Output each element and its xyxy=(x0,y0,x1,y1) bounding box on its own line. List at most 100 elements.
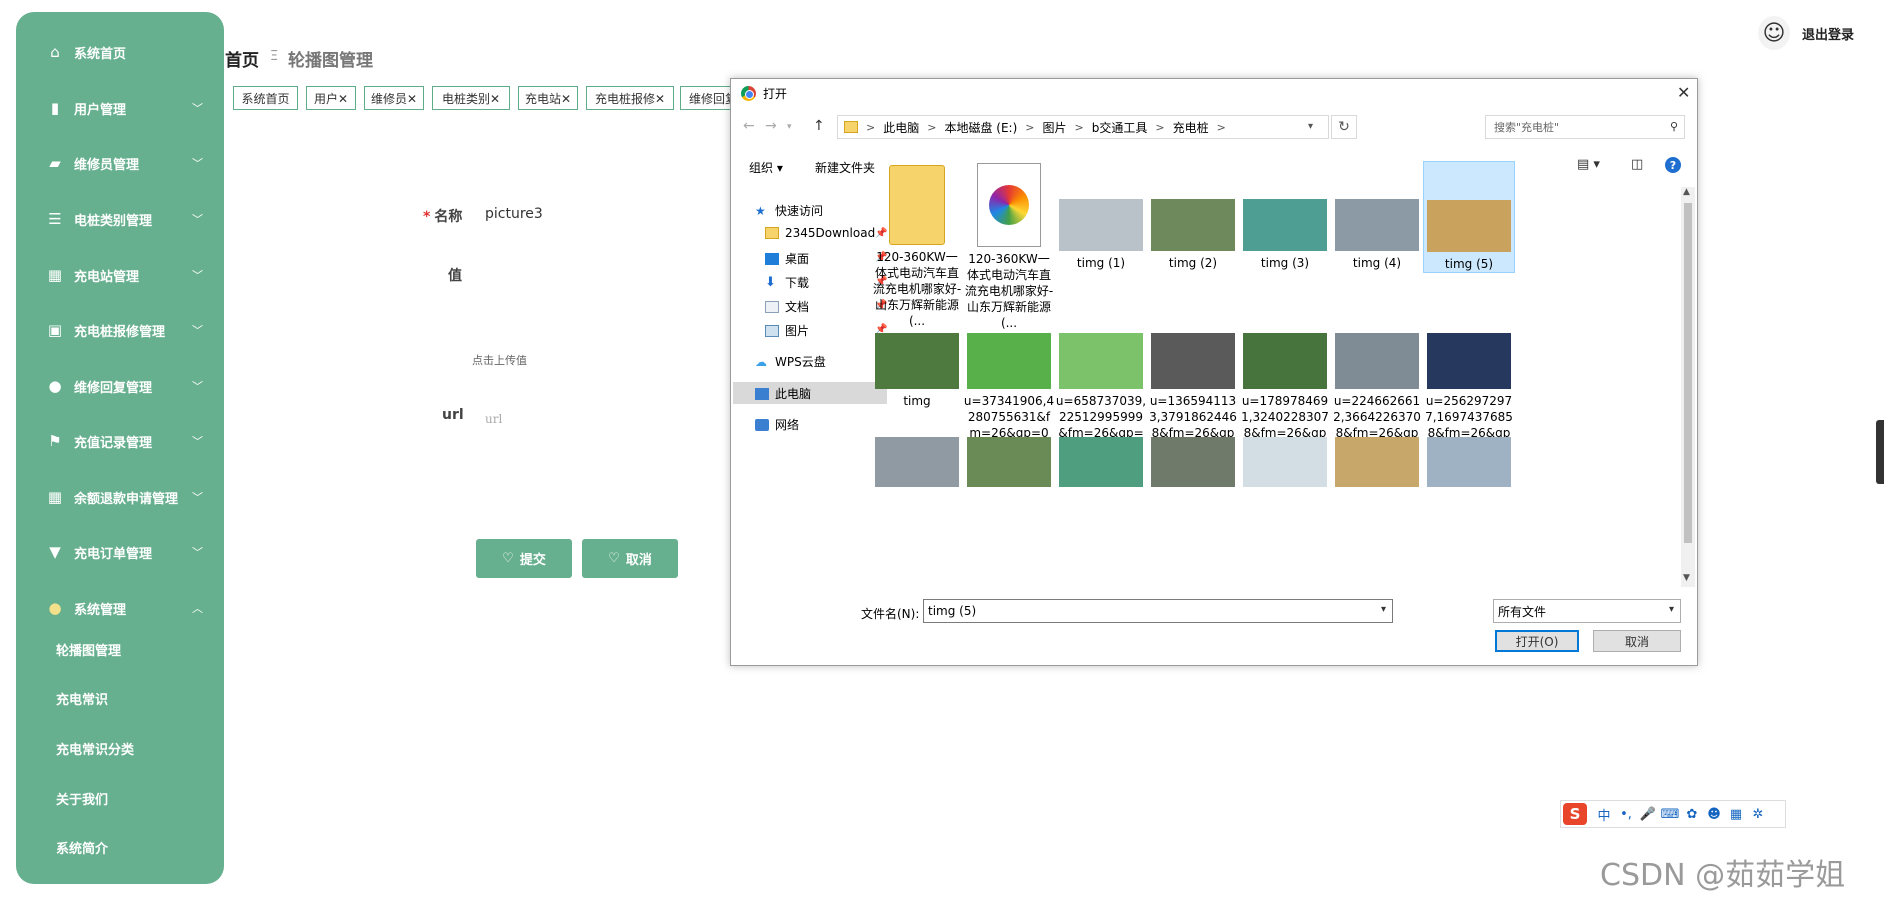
close-icon[interactable]: ✕ xyxy=(1677,83,1690,102)
tree-downloads[interactable]: ⬇ 下载 xyxy=(765,274,809,291)
file-item[interactable]: timg (2) xyxy=(1147,161,1239,271)
address-bar[interactable]: > 此电脑 > 本地磁盘 (E:) > 图片 > b交通工具 > 充电桩 > ▾ xyxy=(837,115,1329,139)
path-segment[interactable]: 此电脑 xyxy=(883,119,919,136)
tab-home[interactable]: 系统首页 xyxy=(233,86,298,110)
file-item[interactable] xyxy=(1147,433,1239,493)
nav-item-repairmen[interactable]: ▰ 维修员管理 ﹀ xyxy=(16,143,224,183)
tree-2345download[interactable]: 2345Download xyxy=(765,226,875,240)
tab-users[interactable]: 用户✕ xyxy=(306,86,356,110)
nav-item-pile-category[interactable]: ☰ 电桩类别管理 ﹀ xyxy=(16,199,224,239)
tab-repair-reports[interactable]: 充电桩报修✕ xyxy=(586,86,674,110)
file-item[interactable]: u=37341906,4280755631&fm=26&gp=0 xyxy=(963,329,1055,441)
back-arrow-icon[interactable]: ← xyxy=(743,118,755,134)
file-item[interactable] xyxy=(1055,433,1147,493)
scrollbar-thumb[interactable] xyxy=(1684,203,1692,543)
submit-button[interactable]: ♡ 提交 xyxy=(476,539,572,578)
file-item[interactable] xyxy=(1423,433,1515,493)
preview-pane-icon[interactable]: ◫ xyxy=(1631,157,1643,172)
nav-item-label: 电桩类别管理 xyxy=(74,213,153,229)
organize-menu[interactable]: 组织 ▾ xyxy=(749,159,783,176)
recent-dropdown-icon[interactable]: ▾ xyxy=(787,122,792,132)
file-name: 120-360KW一体式电动汽车直流充电机哪家好-山东万辉新能源(... xyxy=(872,250,962,328)
file-item[interactable]: timg (1) xyxy=(1055,161,1147,271)
chevron-down-icon: ﹀ xyxy=(192,435,203,448)
tree-documents[interactable]: 文档 xyxy=(765,298,809,315)
cancel-button[interactable]: ♡ 取消 xyxy=(582,539,678,578)
new-folder-button[interactable]: 新建文件夹 xyxy=(815,159,875,176)
filename-input[interactable]: timg (5) ▾ xyxy=(923,599,1393,623)
file-item[interactable]: timg (4) xyxy=(1331,161,1423,271)
skin-icon[interactable]: ✿ xyxy=(1681,807,1703,822)
chevron-down-icon[interactable]: ▾ xyxy=(1669,604,1674,615)
scroll-up-icon[interactable]: ▲ xyxy=(1683,187,1690,197)
name-input[interactable]: picture3 xyxy=(485,206,543,222)
path-segment[interactable]: 充电桩 xyxy=(1173,119,1209,136)
file-item[interactable] xyxy=(963,433,1055,493)
file-item[interactable] xyxy=(1239,433,1331,493)
path-segment[interactable]: 本地磁盘 (E:) xyxy=(944,119,1017,136)
robot-icon[interactable]: ☻ xyxy=(1703,807,1725,822)
toolbox-icon[interactable]: ▦ xyxy=(1725,807,1747,822)
path-segment[interactable]: 图片 xyxy=(1042,119,1066,136)
sub-item-carousel[interactable]: 轮播图管理 xyxy=(56,640,121,659)
sub-item-about[interactable]: 关于我们 xyxy=(56,789,108,808)
tab-pile-category[interactable]: 电桩类别✕ xyxy=(432,86,510,110)
chevron-down-icon[interactable]: ▾ xyxy=(1381,604,1386,615)
vertical-scrollbar[interactable]: ▲ ▼ xyxy=(1681,187,1695,587)
nav-item-stations[interactable]: ▦ 充电站管理 ﹀ xyxy=(16,255,224,295)
sub-item-tips-category[interactable]: 充电常识分类 xyxy=(56,739,134,758)
open-button[interactable]: 打开(O) xyxy=(1495,630,1579,652)
filetype-select[interactable]: 所有文件 ▾ xyxy=(1493,599,1681,623)
help-icon[interactable]: ? xyxy=(1665,157,1681,173)
file-item[interactable]: 120-360KW一体式电动汽车直流充电机哪家好-山东万辉新能源(... xyxy=(963,161,1055,331)
path-segment[interactable]: b交通工具 xyxy=(1092,119,1148,136)
upload-area[interactable]: 点击上传值 xyxy=(472,352,527,368)
file-item[interactable]: 120-360KW一体式电动汽车直流充电机哪家好-山东万辉新能源(... xyxy=(871,161,963,329)
tree-wps-cloud[interactable]: ☁ WPS云盘 xyxy=(755,353,826,370)
file-item[interactable]: timg xyxy=(871,329,963,409)
nav-item-refund-requests[interactable]: ▦ 余额退款申请管理 ﹀ xyxy=(16,477,224,517)
view-options-icon[interactable]: ▤ ▾ xyxy=(1577,157,1600,172)
tree-network[interactable]: 网络 xyxy=(755,416,799,433)
watermark: CSDN @茹茹学姐 xyxy=(1600,858,1846,893)
scroll-down-icon[interactable]: ▼ xyxy=(1683,573,1690,583)
sogou-logo-icon[interactable]: S xyxy=(1563,803,1587,825)
nav-item-system[interactable]: ● 系统管理 ︿ xyxy=(16,588,224,628)
keyboard-icon[interactable]: ⌨ xyxy=(1659,807,1681,822)
tab-repairmen[interactable]: 维修员✕ xyxy=(364,86,424,110)
chevron-down-icon[interactable]: ▾ xyxy=(1308,121,1313,132)
file-item[interactable] xyxy=(1331,433,1423,493)
breadcrumb-current: 轮播图管理 xyxy=(288,51,373,71)
tab-repair-replies[interactable]: 维修回复 xyxy=(680,86,732,110)
punctuation-toggle[interactable]: •, xyxy=(1615,807,1637,822)
file-item[interactable]: timg (5) xyxy=(1423,161,1515,273)
microphone-icon[interactable]: 🎤 xyxy=(1637,807,1659,822)
breadcrumb-home[interactable]: 首页 xyxy=(225,46,259,71)
nav-item-home[interactable]: ⌂ 系统首页 xyxy=(16,32,224,72)
tab-stations[interactable]: 充电站✕ xyxy=(518,86,578,110)
nav-item-repair-replies[interactable]: ● 维修回复管理 ﹀ xyxy=(16,366,224,406)
tree-this-pc[interactable]: 此电脑 xyxy=(755,385,811,402)
nav-item-users[interactable]: ▮ 用户管理 ﹀ xyxy=(16,88,224,128)
tree-desktop[interactable]: 桌面 xyxy=(765,250,809,267)
side-panel-handle[interactable] xyxy=(1876,420,1884,484)
nav-item-repair-reports[interactable]: ▣ 充电桩报修管理 ﹀ xyxy=(16,310,224,350)
url-input[interactable]: url xyxy=(485,412,502,426)
refresh-icon[interactable]: ↻ xyxy=(1331,115,1357,139)
ime-mode-toggle[interactable]: 中 xyxy=(1593,805,1615,824)
file-item[interactable] xyxy=(871,433,963,493)
avatar[interactable]: ☺ xyxy=(1758,16,1790,50)
sub-item-charging-tips[interactable]: 充电常识 xyxy=(56,689,108,708)
nav-item-orders[interactable]: ▼ 充电订单管理 ﹀ xyxy=(16,532,224,572)
sub-item-system-intro[interactable]: 系统简介 xyxy=(56,838,108,857)
nav-item-recharge-records[interactable]: ⚑ 充值记录管理 ﹀ xyxy=(16,421,224,461)
up-arrow-icon[interactable]: ↑ xyxy=(813,118,825,134)
logout-button[interactable]: 退出登录 xyxy=(1802,24,1854,43)
forward-arrow-icon[interactable]: → xyxy=(765,118,777,134)
search-input[interactable]: 搜索"充电桩" ⚲ xyxy=(1485,115,1685,139)
tree-quick-access[interactable]: ★ 快速访问 xyxy=(755,202,823,219)
dialog-cancel-button[interactable]: 取消 xyxy=(1593,630,1681,652)
tree-pictures[interactable]: 图片 xyxy=(765,322,809,339)
settings-icon[interactable]: ✲ xyxy=(1747,807,1769,822)
file-item[interactable]: timg (3) xyxy=(1239,161,1331,271)
